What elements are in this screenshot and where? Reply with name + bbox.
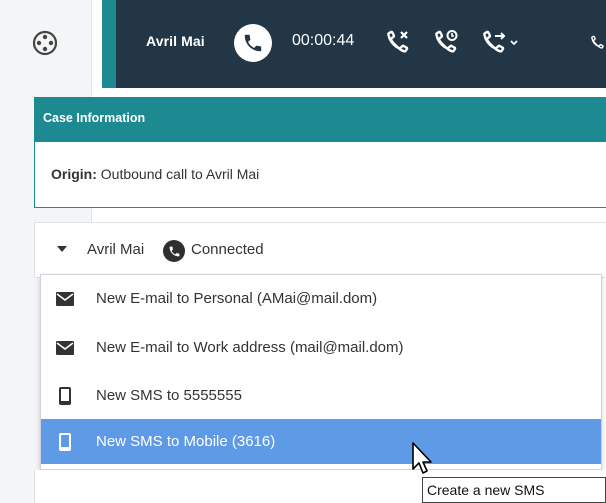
caret-down-icon[interactable] bbox=[57, 246, 67, 252]
hold-call-button[interactable] bbox=[428, 24, 462, 62]
connection-status: Connected bbox=[191, 241, 264, 258]
hold-call-icon bbox=[435, 30, 458, 53]
phone-active-icon[interactable] bbox=[234, 24, 272, 62]
consult-call-icon bbox=[591, 35, 604, 49]
party-name[interactable]: Avril Mai bbox=[87, 241, 144, 258]
envelope-icon bbox=[55, 289, 75, 309]
crosshair-menu-button[interactable] bbox=[16, 14, 74, 72]
menu-item-email-work[interactable]: New E-mail to Work address (mail@mail.do… bbox=[41, 325, 601, 370]
origin-label: Origin: bbox=[51, 166, 97, 182]
end-call-button[interactable] bbox=[380, 24, 414, 62]
envelope-icon bbox=[55, 338, 75, 358]
mouse-cursor-icon bbox=[412, 442, 432, 474]
mobile-phone-icon bbox=[55, 432, 75, 452]
phone-connected-icon bbox=[163, 240, 185, 262]
crosshair-icon bbox=[32, 30, 58, 56]
transfer-call-icon bbox=[483, 30, 518, 53]
menu-item-label: New E-mail to Work address (mail@mail.do… bbox=[96, 339, 404, 356]
origin-value: Outbound call to Avril Mai bbox=[100, 166, 260, 182]
menu-item-email-personal[interactable]: New E-mail to Personal (AMai@mail.dom) bbox=[41, 276, 601, 321]
consult-call-button[interactable] bbox=[588, 24, 606, 62]
menu-item-label: New SMS to 5555555 bbox=[96, 387, 242, 404]
transfer-call-button[interactable] bbox=[476, 24, 524, 62]
case-origin: Origin: Outbound call to Avril Mai bbox=[34, 142, 606, 208]
tooltip: Create a new SMS bbox=[422, 477, 606, 503]
toolbar-caller-name: Avril Mai bbox=[146, 33, 205, 49]
case-information-header: Case Information bbox=[34, 97, 606, 142]
menu-item-sms-5555555[interactable]: New SMS to 5555555 bbox=[41, 373, 601, 418]
end-call-icon bbox=[387, 30, 409, 53]
menu-item-label: New E-mail to Personal (AMai@mail.dom) bbox=[96, 290, 378, 307]
call-timer: 00:00:44 bbox=[292, 32, 355, 49]
toolbar-accent bbox=[102, 0, 116, 88]
menu-item-label: New SMS to Mobile (3616) bbox=[96, 433, 276, 450]
menu-item-sms-mobile[interactable]: New SMS to Mobile (3616) bbox=[41, 419, 601, 464]
mobile-phone-icon bbox=[55, 386, 75, 406]
